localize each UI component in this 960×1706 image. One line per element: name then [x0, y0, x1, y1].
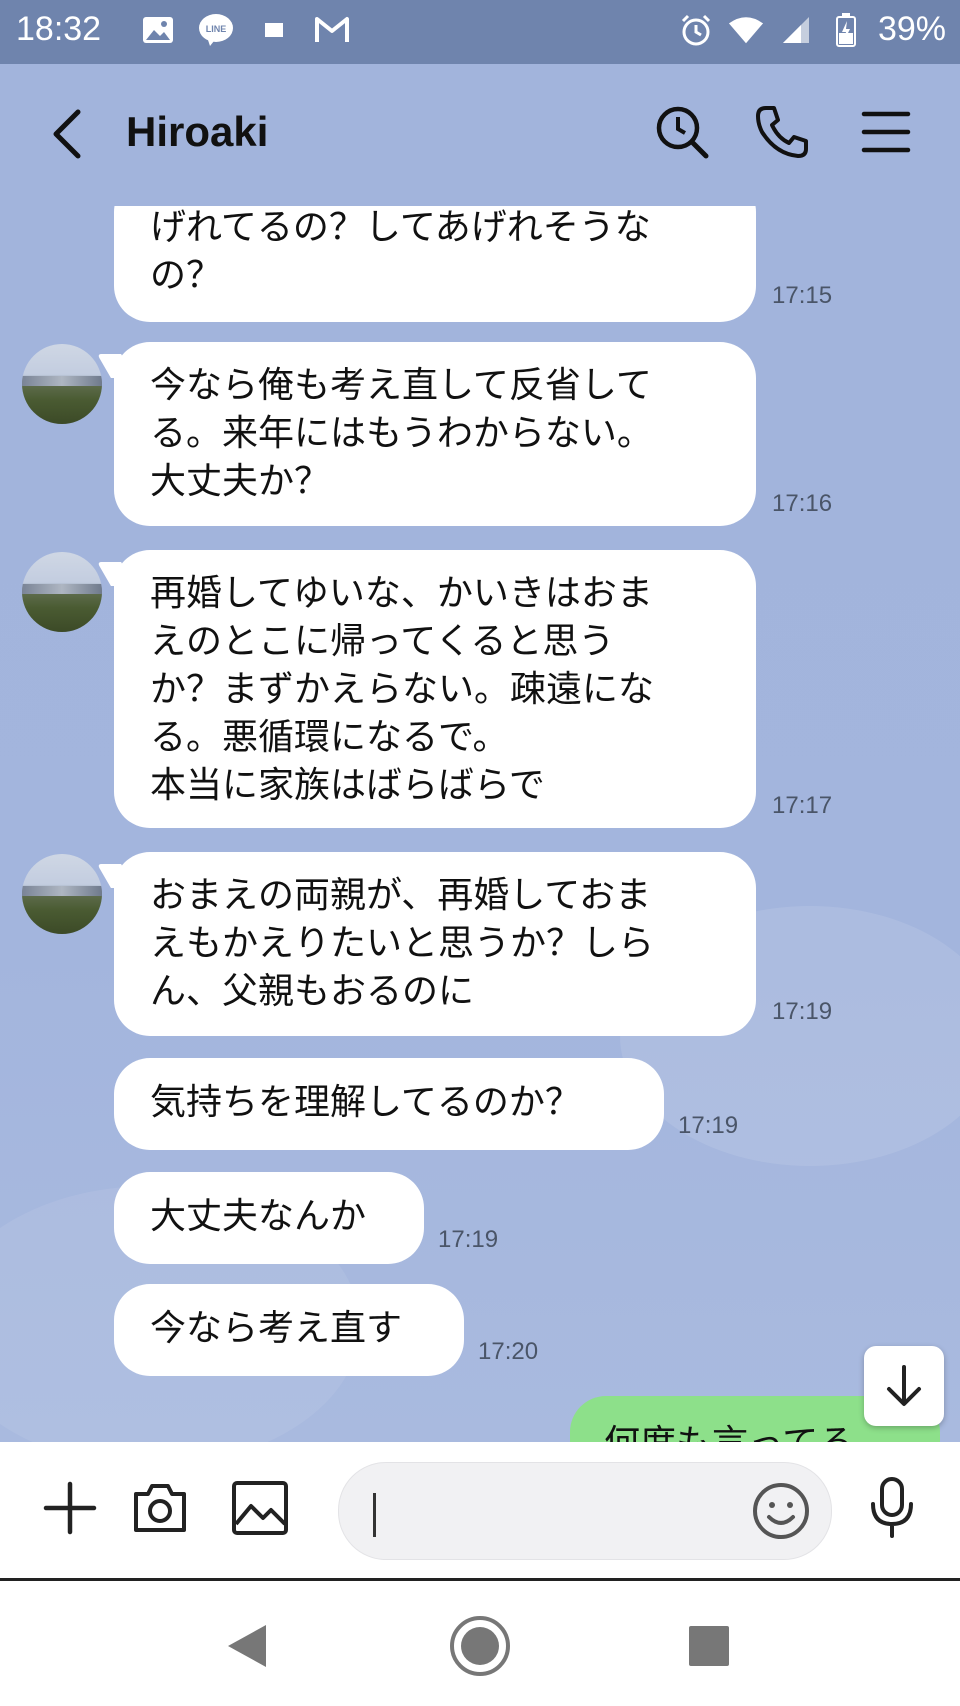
microphone-icon — [871, 1477, 913, 1538]
square-icon — [256, 12, 292, 48]
image-button[interactable] — [228, 1476, 292, 1540]
message-time: 17:20 — [478, 1338, 539, 1365]
own-message-text: 何度も言ってる — [604, 1423, 854, 1442]
message-text: 気持ちを理解してるのか？ — [150, 1082, 581, 1123]
home-circle-icon — [450, 1616, 510, 1676]
message-time: 17:19 — [772, 998, 833, 1025]
message-text: 今なら考え直す — [150, 1308, 403, 1349]
alarm-icon — [678, 12, 714, 48]
triangle-back-icon — [228, 1625, 266, 1667]
chevron-left-icon — [53, 109, 81, 159]
signal-icon — [778, 12, 814, 48]
camera-icon — [134, 1484, 186, 1532]
chat-header: Hiroaki — [0, 64, 960, 206]
smiley-icon — [753, 1483, 809, 1539]
avatar[interactable] — [22, 854, 102, 934]
scroll-to-bottom-button[interactable] — [864, 1346, 944, 1426]
camera-button[interactable] — [128, 1476, 192, 1540]
square-recents-icon — [689, 1626, 729, 1666]
message-text: げれてるの？してあげれそうな の？ — [150, 207, 651, 296]
avatar[interactable] — [22, 552, 102, 632]
battery-percentage: 39% — [877, 10, 946, 48]
wifi-icon — [728, 12, 764, 48]
nav-recents-button[interactable] — [674, 1611, 744, 1681]
status-bar: 18:32 LINE 39% — [0, 0, 960, 64]
chat-messages-area[interactable]: げれてるの？してあげれそうな の？ 17:15 今なら俺も考え直して反省して る… — [0, 206, 960, 1442]
chat-title: Hiroaki — [126, 108, 269, 155]
message-input[interactable] — [338, 1462, 832, 1560]
arrow-down-icon — [887, 1365, 921, 1406]
nav-home-button[interactable] — [445, 1611, 515, 1681]
search-icon — [656, 106, 709, 159]
message-time: 17:19 — [438, 1226, 499, 1253]
message-text: おまえの両親が、再婚しておま えもかえりたいと思うか？しら ん、父親もおるのに — [150, 875, 655, 1012]
image-icon — [232, 1481, 288, 1535]
message-time: 17:17 — [772, 792, 833, 819]
svg-text:LINE: LINE — [206, 24, 227, 34]
hamburger-menu-icon — [861, 111, 911, 153]
plus-icon — [43, 1481, 97, 1535]
emoji-button[interactable] — [749, 1479, 813, 1543]
status-time: 18:32 — [16, 10, 102, 48]
system-navigation-bar — [0, 1581, 960, 1706]
avatar[interactable] — [22, 344, 102, 424]
nav-back-button[interactable] — [212, 1611, 282, 1681]
image-icon — [140, 12, 176, 48]
message-bubble[interactable]: 今なら考え直す — [114, 1284, 464, 1376]
back-button[interactable] — [40, 104, 100, 164]
battery-icon — [828, 12, 864, 48]
phone-icon — [756, 106, 808, 158]
add-button[interactable] — [38, 1476, 102, 1540]
message-bubble[interactable]: 大丈夫なんか — [114, 1172, 424, 1264]
message-text: 大丈夫なんか — [150, 1196, 367, 1237]
message-text: 今なら俺も考え直して反省して る。来年にはもうわからない。 大丈夫か？ — [150, 365, 653, 502]
line-icon: LINE — [198, 12, 234, 48]
message-time: 17:19 — [678, 1112, 739, 1139]
message-input-bar — [0, 1442, 960, 1581]
message-bubble[interactable]: 気持ちを理解してるのか？ — [114, 1058, 664, 1150]
message-bubble[interactable]: 再婚してゆいな、かいきはおま えのとこに帰ってくると思う か？まずかえらない。疎… — [114, 550, 756, 828]
call-button[interactable] — [752, 102, 812, 162]
message-time: 17:15 — [772, 282, 833, 309]
gmail-icon — [314, 12, 350, 48]
message-bubble[interactable]: 今なら俺も考え直して反省して る。来年にはもうわからない。 大丈夫か？ — [114, 342, 756, 526]
search-button[interactable] — [652, 102, 712, 162]
message-text: 再婚してゆいな、かいきはおま えのとこに帰ってくると思う か？まずかえらない。疎… — [150, 573, 655, 806]
message-bubble[interactable]: げれてるの？してあげれそうな の？ — [114, 206, 756, 322]
voice-input-button[interactable] — [860, 1476, 924, 1540]
message-time: 17:16 — [772, 490, 833, 517]
message-bubble[interactable]: おまえの両親が、再婚しておま えもかえりたいと思うか？しら ん、父親もおるのに — [114, 852, 756, 1036]
menu-button[interactable] — [856, 102, 916, 162]
